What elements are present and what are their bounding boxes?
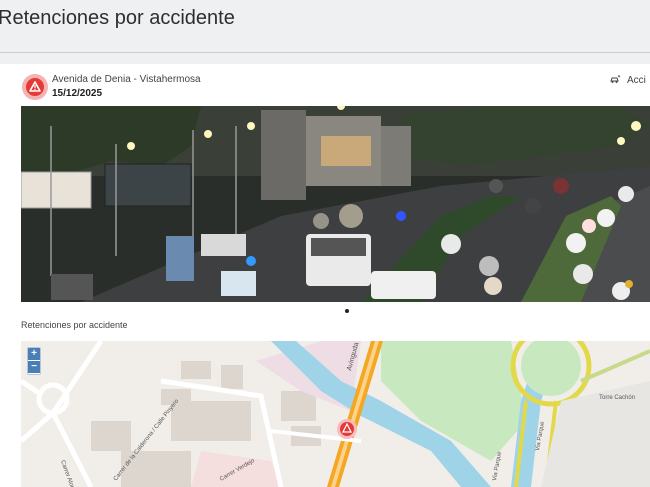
map-incident-marker[interactable] bbox=[337, 419, 357, 439]
incident-date: 15/12/2025 bbox=[52, 88, 103, 99]
carousel-dot[interactable] bbox=[345, 309, 349, 313]
map-section-label: Retenciones por accidente bbox=[21, 320, 128, 330]
traffic-camera-image[interactable] bbox=[21, 106, 650, 302]
incident-type-tag[interactable]: Acci bbox=[610, 75, 646, 86]
incident-map[interactable]: Avinguda de Dénia / Avenida de Dénia Car… bbox=[21, 341, 650, 487]
map-street-label: Torre Cachón bbox=[599, 395, 635, 401]
incident-location: Avenida de Denia - Vistahermosa bbox=[52, 74, 201, 85]
zoom-in-button[interactable]: + bbox=[28, 348, 40, 360]
incident-type-label: Acci bbox=[627, 75, 646, 86]
map-zoom-control: + − bbox=[27, 347, 41, 375]
warning-icon bbox=[29, 81, 41, 92]
title-bar: Retenciones por accidente bbox=[0, 0, 650, 53]
car-accident-icon bbox=[610, 75, 621, 83]
zoom-out-button[interactable]: − bbox=[28, 361, 40, 373]
alert-badge bbox=[22, 74, 48, 100]
page-title: Retenciones por accidente bbox=[0, 7, 235, 29]
